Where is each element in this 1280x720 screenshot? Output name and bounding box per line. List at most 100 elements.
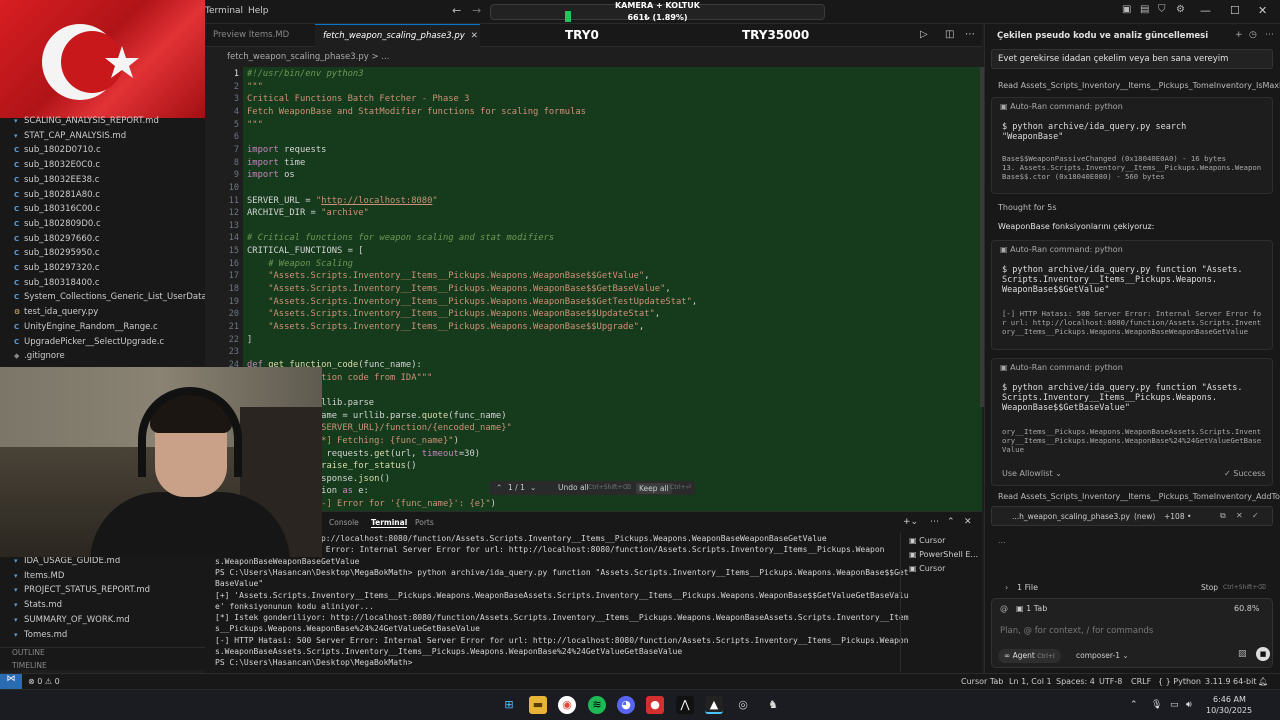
- code-line[interactable]: "Assets.Scripts.Inventory__Items__Pickup…: [247, 297, 697, 307]
- accept-icon[interactable]: ✓: [1252, 511, 1259, 520]
- tab-console[interactable]: Console: [329, 518, 359, 527]
- split-editor-icon[interactable]: ◫: [945, 29, 954, 40]
- obs-icon[interactable]: ◎: [734, 696, 752, 714]
- code-line[interactable]: """: [247, 82, 263, 92]
- encoding[interactable]: UTF-8: [1099, 677, 1122, 686]
- menu-terminal[interactable]: Terminal: [205, 6, 243, 16]
- use-allowlist-dropdown[interactable]: Use Allowlist ⌄: [1002, 469, 1062, 478]
- app-icon[interactable]: ⋀: [676, 696, 694, 714]
- layout-panel-icon[interactable]: ▤: [1140, 4, 1149, 15]
- recorder-icon[interactable]: ●: [646, 696, 664, 714]
- file-item[interactable]: C UnityEngine_Random__Range.c: [14, 322, 158, 336]
- volume-icon[interactable]: 🔊︎: [1186, 700, 1192, 710]
- forward-arrow-icon[interactable]: →: [472, 4, 481, 17]
- remote-icon[interactable]: ⋈: [0, 674, 22, 690]
- read-file-step[interactable]: Read Assets_Scripts_Inventory__Items__Pi…: [998, 81, 1280, 90]
- layout-sidebar-icon[interactable]: ▣: [1122, 4, 1131, 15]
- terminal-instance[interactable]: ▣ Cursor: [909, 536, 945, 545]
- close-window-icon[interactable]: ✕: [1258, 4, 1267, 17]
- file-item[interactable]: ▾ IDA_USAGE_GUIDE.md: [14, 556, 120, 570]
- file-item[interactable]: ▾ PROJECT_STATUS_REPORT.md: [14, 585, 150, 599]
- notifications-icon[interactable]: 🔔︎: [1258, 677, 1268, 686]
- changed-files-row[interactable]: › 1 File Stop Ctrl+Shift+⌫: [991, 578, 1273, 598]
- python-version[interactable]: 3.11.9 64-bit: [1205, 677, 1257, 686]
- mention-icon[interactable]: @: [1000, 604, 1008, 613]
- code-line[interactable]: "Assets.Scripts.Inventory__Items__Pickup…: [247, 309, 660, 319]
- line-ending[interactable]: CRLF: [1131, 677, 1151, 686]
- history-icon[interactable]: ◷: [1249, 30, 1257, 40]
- cursor-tab-status[interactable]: Cursor Tab: [961, 677, 1003, 686]
- keep-all-button[interactable]: Keep all: [636, 483, 672, 494]
- file-item[interactable]: Csub_180297320.c: [14, 263, 100, 277]
- file-item[interactable]: Csub_180295950.c: [14, 248, 100, 262]
- cursor-app-icon[interactable]: ▲: [705, 696, 723, 714]
- file-item[interactable]: ⚙ test_ida_query.py: [14, 307, 98, 321]
- back-arrow-icon[interactable]: ←: [452, 4, 461, 17]
- minimize-icon[interactable]: —: [1200, 4, 1211, 17]
- agent-mode-dropdown[interactable]: ∞ Agent Ctrl+I: [998, 649, 1061, 663]
- chrome-icon[interactable]: ◉: [558, 696, 576, 714]
- file-item[interactable]: ▾ Items.MD: [14, 571, 64, 585]
- chevron-down-icon[interactable]: ⌄: [530, 483, 536, 492]
- code-line[interactable]: import os: [247, 170, 295, 180]
- model-dropdown[interactable]: composer-1 ⌄: [1076, 651, 1129, 660]
- code-line[interactable]: Critical Functions Batch Fetcher - Phase…: [247, 94, 469, 104]
- spotify-icon[interactable]: ≋: [588, 696, 606, 714]
- edited-file-card[interactable]: ...h_weapon_scaling_phase3.py (new) +108…: [991, 506, 1273, 526]
- cursor-position[interactable]: Ln 1, Col 1: [1009, 677, 1052, 686]
- shield-icon[interactable]: ⛉: [1158, 4, 1166, 15]
- menu-help[interactable]: Help: [248, 6, 269, 16]
- copy-icon[interactable]: ⧉: [1220, 511, 1226, 521]
- file-item[interactable]: ▾ SCALING_ANALYSIS_REPORT.md: [14, 116, 159, 130]
- run-icon[interactable]: ▷: [920, 29, 928, 40]
- file-item[interactable]: ▾ Stats.md: [14, 600, 62, 614]
- windows-start-icon[interactable]: ⊞: [500, 696, 518, 714]
- terminal-instance[interactable]: ▣ Cursor: [909, 564, 945, 573]
- file-item[interactable]: ▾ STAT_CAP_ANALYSIS.md: [14, 131, 126, 145]
- code-line[interactable]: import requests: [247, 145, 326, 155]
- file-item[interactable]: ▾ Tomes.md: [14, 630, 67, 644]
- close-panel-icon[interactable]: ✕: [964, 517, 972, 527]
- file-item[interactable]: Csub_1802809D0.c: [14, 219, 101, 233]
- problems-count[interactable]: ⊗ 0 ⚠ 0: [28, 677, 60, 686]
- user-message[interactable]: Evet gerekirse idadan çekelim veya ben s…: [991, 49, 1273, 69]
- code-line[interactable]: ]: [247, 335, 252, 345]
- game-icon[interactable]: ♞: [764, 696, 782, 714]
- add-chat-icon[interactable]: +: [1235, 30, 1243, 40]
- reject-icon[interactable]: ✕: [1236, 511, 1243, 520]
- tab-fetch-weapon-scaling[interactable]: fetch_weapon_scaling_phase3.py ✕: [315, 24, 480, 47]
- code-line[interactable]: CRITICAL_FUNCTIONS = [: [247, 246, 364, 256]
- indentation[interactable]: Spaces: 4: [1056, 677, 1095, 686]
- file-item[interactable]: Csub_180281A80.c: [14, 190, 100, 204]
- undo-all-button[interactable]: Undo all: [558, 483, 589, 492]
- more-actions-icon[interactable]: ⋯: [1265, 30, 1274, 40]
- code-line[interactable]: #!/usr/bin/env python3: [247, 69, 364, 79]
- code-line[interactable]: "Assets.Scripts.Inventory__Items__Pickup…: [247, 284, 671, 294]
- thought-label[interactable]: Thought for 5s: [998, 203, 1057, 212]
- image-icon[interactable]: ▨: [1238, 649, 1247, 659]
- close-tab-icon[interactable]: ✕: [471, 31, 478, 41]
- microphone-icon[interactable]: 🎙︎: [1151, 700, 1162, 710]
- code-line[interactable]: "Assets.Scripts.Inventory__Items__Pickup…: [247, 271, 649, 281]
- terminal-instance[interactable]: ▣ PowerShell E...: [909, 550, 978, 559]
- chat-input-box[interactable]: @ ▣ 1 Tab 60.8% Plan, @ for context, / f…: [991, 598, 1273, 668]
- file-item[interactable]: ◆ .gitignore: [14, 351, 65, 365]
- network-icon[interactable]: ▭: [1170, 700, 1179, 710]
- chat-input-placeholder[interactable]: Plan, @ for context, / for commands: [1000, 626, 1153, 636]
- code-line[interactable]: # Critical functions for weapon scaling …: [247, 233, 554, 243]
- file-item[interactable]: Csub_1802D0710.c: [14, 145, 101, 159]
- file-item[interactable]: Csub_180318400.c: [14, 278, 100, 292]
- more-actions-icon[interactable]: ⋯: [930, 517, 939, 527]
- chevron-up-icon[interactable]: ⌃: [496, 483, 502, 492]
- tray-chevron-icon[interactable]: ⌃: [1130, 700, 1138, 710]
- code-line[interactable]: ARCHIVE_DIR = "archive": [247, 208, 369, 218]
- tab-terminal[interactable]: Terminal: [371, 518, 408, 528]
- file-item[interactable]: Csub_18032E0C0.c: [14, 160, 100, 174]
- language-mode[interactable]: { } Python: [1158, 677, 1201, 686]
- file-item[interactable]: ▾ SUMMARY_OF_WORK.md: [14, 615, 130, 629]
- code-line[interactable]: "Assets.Scripts.Inventory__Items__Pickup…: [247, 322, 644, 332]
- file-item[interactable]: C UpgradePicker__SelectUpgrade.c: [14, 337, 164, 351]
- new-terminal-icon[interactable]: +⌄: [903, 517, 918, 527]
- file-explorer-icon[interactable]: ▬: [529, 696, 547, 714]
- stop-generation-icon[interactable]: ■: [1256, 647, 1270, 661]
